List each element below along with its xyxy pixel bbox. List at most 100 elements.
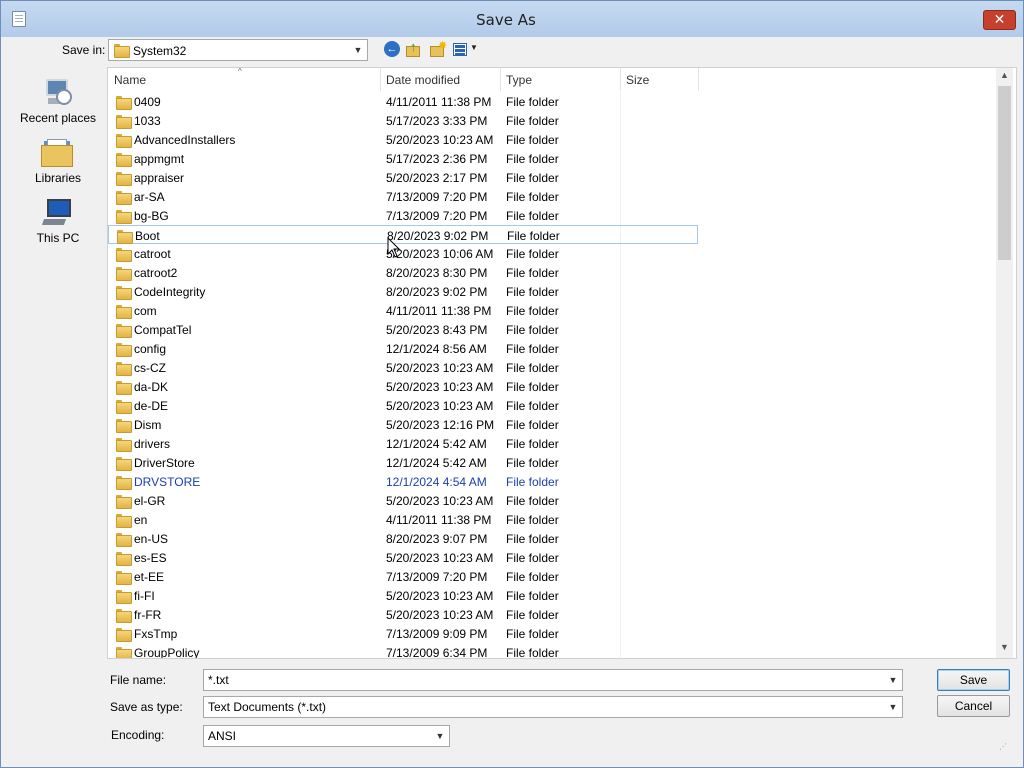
file-row[interactable]: fi-FI 5/20/2023 10:23 AM File folder bbox=[108, 586, 698, 605]
scroll-up-icon[interactable]: ▲ bbox=[996, 70, 1013, 84]
file-row[interactable]: et-EE 7/13/2009 7:20 PM File folder bbox=[108, 567, 698, 586]
file-row[interactable]: el-GR 5/20/2023 10:23 AM File folder bbox=[108, 491, 698, 510]
folder-icon bbox=[116, 609, 132, 623]
file-name-cell: config bbox=[134, 342, 167, 356]
folder-icon bbox=[116, 191, 132, 205]
file-row[interactable]: CodeIntegrity 8/20/2023 9:02 PM File folde… bbox=[108, 282, 698, 301]
save-in-label: Save in: bbox=[62, 43, 106, 57]
folder-icon bbox=[116, 248, 132, 262]
file-row[interactable]: ar-SA 7/13/2009 7:20 PM File folder bbox=[108, 187, 698, 206]
close-button[interactable]: ✕ bbox=[983, 10, 1016, 30]
encoding-dropdown[interactable]: ANSI ▼ bbox=[203, 725, 450, 747]
folder-icon bbox=[116, 381, 132, 395]
file-name-cell: catroot bbox=[134, 247, 171, 261]
scroll-thumb[interactable] bbox=[998, 86, 1011, 260]
column-headers: Name ^ Date modified Type Size bbox=[108, 68, 699, 91]
file-row[interactable]: Boot 8/20/2023 9:02 PM File folder bbox=[108, 225, 698, 244]
date-modified-cell: 4/11/2011 11:38 PM bbox=[386, 95, 492, 109]
file-row[interactable]: en 4/11/2011 11:38 PM File folder bbox=[108, 510, 698, 529]
place-this-pc[interactable]: This PC bbox=[11, 193, 105, 249]
folder-icon bbox=[114, 44, 130, 58]
place-recent-places[interactable]: Recent places bbox=[11, 73, 105, 129]
save-button[interactable]: Save bbox=[937, 669, 1010, 691]
type-cell: File folder bbox=[506, 266, 559, 280]
place-libraries[interactable]: Libraries bbox=[11, 133, 105, 189]
date-modified-cell: 8/20/2023 9:07 PM bbox=[386, 532, 488, 546]
file-row[interactable]: CompatTel 5/20/2023 8:43 PM File folder bbox=[108, 320, 698, 339]
chevron-down-icon[interactable]: ▼ bbox=[887, 701, 899, 713]
view-menu-icon[interactable]: ▼ bbox=[453, 41, 481, 59]
file-row[interactable]: Dism 5/20/2023 12:16 PM File folder bbox=[108, 415, 698, 434]
column-name[interactable]: Name bbox=[114, 73, 146, 87]
title-bar[interactable]: Save As ✕ bbox=[1, 1, 1023, 37]
date-modified-cell: 5/20/2023 10:23 AM bbox=[386, 494, 494, 508]
folder-icon bbox=[116, 153, 132, 167]
type-cell: File folder bbox=[506, 456, 559, 470]
cancel-button[interactable]: Cancel bbox=[937, 695, 1010, 717]
date-modified-cell: 5/20/2023 10:23 AM bbox=[386, 399, 494, 413]
file-name-cell: et-EE bbox=[134, 570, 165, 584]
type-cell: File folder bbox=[506, 247, 559, 261]
file-row[interactable]: da-DK 5/20/2023 10:23 AM File folder bbox=[108, 377, 698, 396]
file-row[interactable]: de-DE 5/20/2023 10:23 AM File folder bbox=[108, 396, 698, 415]
file-name-input[interactable]: *.txt ▼ bbox=[203, 669, 903, 691]
type-cell: File folder bbox=[506, 399, 559, 413]
file-row[interactable]: 1033 5/17/2023 3:33 PM File folder bbox=[108, 111, 698, 130]
folder-icon bbox=[116, 305, 132, 319]
file-row[interactable]: es-ES 5/20/2023 10:23 AM File folder bbox=[108, 548, 698, 567]
new-folder-icon[interactable]: ✸ bbox=[430, 40, 447, 59]
date-modified-cell: 5/20/2023 10:23 AM bbox=[386, 608, 494, 622]
vertical-scrollbar[interactable]: ▲ ▼ bbox=[996, 68, 1013, 658]
save-in-dropdown[interactable]: System32 ▼ bbox=[108, 39, 368, 61]
file-list[interactable]: Name ^ Date modified Type Size 0409 4/11/… bbox=[107, 67, 1017, 659]
place-label: Libraries bbox=[34, 171, 82, 185]
file-name-cell: fr-FR bbox=[134, 608, 162, 622]
chevron-down-icon[interactable]: ▼ bbox=[887, 674, 899, 686]
type-cell: File folder bbox=[506, 304, 559, 318]
save-as-type-dropdown[interactable]: Text Documents (*.txt) ▼ bbox=[203, 696, 903, 718]
file-row[interactable]: DriverStore 12/1/2024 5:42 AM File folder bbox=[108, 453, 698, 472]
file-name-cell: 1033 bbox=[134, 114, 161, 128]
up-folder-icon[interactable]: ↑ bbox=[406, 39, 422, 59]
resize-grip-icon[interactable]: ⋰ bbox=[999, 743, 1011, 757]
file-row[interactable]: GroupPolicy 7/13/2009 6:34 PM File folder bbox=[108, 643, 698, 659]
file-row[interactable]: catroot2 8/20/2023 8:30 PM File folder bbox=[108, 263, 698, 282]
file-row[interactable]: DRVSTORE 12/1/2024 4:54 AM File folder bbox=[108, 472, 698, 491]
type-cell: File folder bbox=[506, 209, 559, 223]
file-row[interactable]: 0409 4/11/2011 11:38 PM File folder bbox=[108, 92, 698, 111]
file-row[interactable]: com 4/11/2011 11:38 PM File folder bbox=[108, 301, 698, 320]
file-row[interactable]: appraiser 5/20/2023 2:17 PM File folder bbox=[108, 168, 698, 187]
folder-icon bbox=[116, 552, 132, 566]
file-name-cell: AdvancedInstallers bbox=[134, 133, 236, 147]
file-row[interactable]: bg-BG 7/13/2009 7:20 PM File folder bbox=[108, 206, 698, 225]
file-row[interactable]: FxsTmp 7/13/2009 9:09 PM File folder bbox=[108, 624, 698, 643]
file-row[interactable]: cs-CZ 5/20/2023 10:23 AM File folder bbox=[108, 358, 698, 377]
file-row[interactable]: config 12/1/2024 8:56 AM File folder bbox=[108, 339, 698, 358]
mouse-cursor-icon bbox=[387, 237, 401, 258]
file-row[interactable]: fr-FR 5/20/2023 10:23 AM File folder bbox=[108, 605, 698, 624]
folder-icon bbox=[116, 647, 132, 658]
file-name-cell: appmgmt bbox=[134, 152, 185, 166]
folder-icon bbox=[116, 438, 132, 452]
folder-icon bbox=[116, 96, 132, 110]
save-as-dialog: Save As ✕ Save in: System32 ▼ ← ↑ ✸ ▼ Re… bbox=[0, 0, 1024, 768]
scroll-down-icon[interactable]: ▼ bbox=[996, 642, 1013, 656]
file-row[interactable]: drivers 12/1/2024 5:42 AM File folder bbox=[108, 434, 698, 453]
column-size[interactable]: Size bbox=[626, 73, 649, 87]
date-modified-cell: 7/13/2009 6:34 PM bbox=[386, 646, 488, 659]
file-name-cell: CompatTel bbox=[134, 323, 192, 337]
column-date-modified[interactable]: Date modified bbox=[386, 73, 460, 87]
file-row[interactable]: AdvancedInstallers 5/20/2023 10:23 AM File… bbox=[108, 130, 698, 149]
chevron-down-icon[interactable]: ▼ bbox=[434, 730, 446, 742]
date-modified-cell: 5/20/2023 10:23 AM bbox=[386, 133, 494, 147]
column-type[interactable]: Type bbox=[506, 73, 532, 87]
file-row[interactable]: appmgmt 5/17/2023 2:36 PM File folder bbox=[108, 149, 698, 168]
chevron-down-icon[interactable]: ▼ bbox=[352, 44, 364, 56]
libraries-icon bbox=[41, 139, 75, 167]
file-row[interactable]: en-US 8/20/2023 9:07 PM File folder bbox=[108, 529, 698, 548]
back-arrow-icon[interactable]: ← bbox=[384, 41, 400, 57]
file-row[interactable]: catroot 5/20/2023 10:06 AM File folder bbox=[108, 244, 698, 263]
folder-icon bbox=[116, 419, 132, 433]
type-cell: File folder bbox=[506, 171, 559, 185]
file-name-cell: drivers bbox=[134, 437, 171, 451]
